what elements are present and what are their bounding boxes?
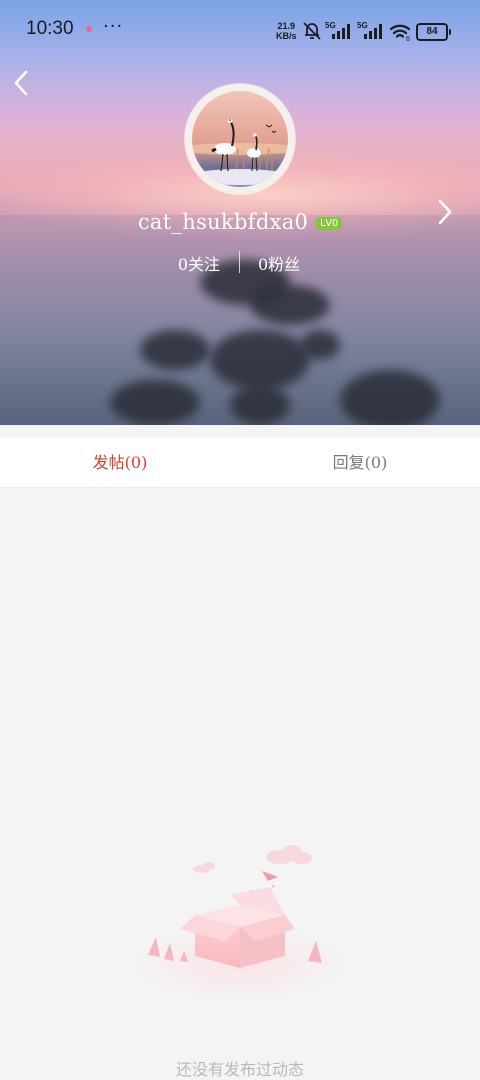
rock [300,330,340,360]
rock [250,285,330,325]
network-speed-unit: KB/s [276,31,297,41]
more-notifications-icon: ··· [103,16,124,37]
tab-replies[interactable]: 回复(0) [240,438,480,487]
profile-name-row: cat_hsukbfdxa0 LV0 [0,210,480,234]
network-speed: 21.9 KB/s [276,21,297,41]
username: cat_hsukbfdxa0 [137,210,309,234]
empty-state-text: 还没有发布过动态 [175,1060,304,1079]
status-icons: 5G 5G 6 [303,21,411,42]
rock [140,330,210,370]
profile-stats: 0关注 0粉丝 [0,251,480,275]
status-time: 10:30 [26,18,74,39]
status-bar: 10:30 ··· 21.9 KB/s 5G 5G 6 84 [0,0,480,60]
wifi-sub-label: 6 [406,36,410,42]
empty-box-icon [132,845,348,1003]
back-button[interactable] [4,66,38,100]
rock [210,330,310,390]
mute-icon [303,22,321,40]
signal-2-label: 5G [357,21,368,30]
fans-count[interactable]: 0粉丝 [258,251,300,275]
avatar-photo [192,91,288,187]
level-badge: LV0 [316,217,343,230]
notification-dot-icon [86,26,92,32]
following-count[interactable]: 0关注 [178,251,220,275]
battery-indicator: 84 [416,23,451,41]
username-wrap: cat_hsukbfdxa0 LV0 [137,210,343,234]
chevron-left-icon [14,70,28,96]
empty-state: 还没有发布过动态 [0,488,480,1079]
user-avatar[interactable] [185,84,295,194]
profile-tabs: 发帖(0) 回复(0) [0,438,480,488]
wifi-icon [389,24,411,38]
rock [230,385,290,425]
signal-1-label: 5G [325,21,336,30]
tab-posts[interactable]: 发帖(0) [0,438,240,487]
network-speed-value: 21.9 [277,21,296,31]
crane-photo-icon [192,118,288,185]
stats-divider [239,251,240,273]
rock [340,370,440,425]
rock [110,380,200,425]
